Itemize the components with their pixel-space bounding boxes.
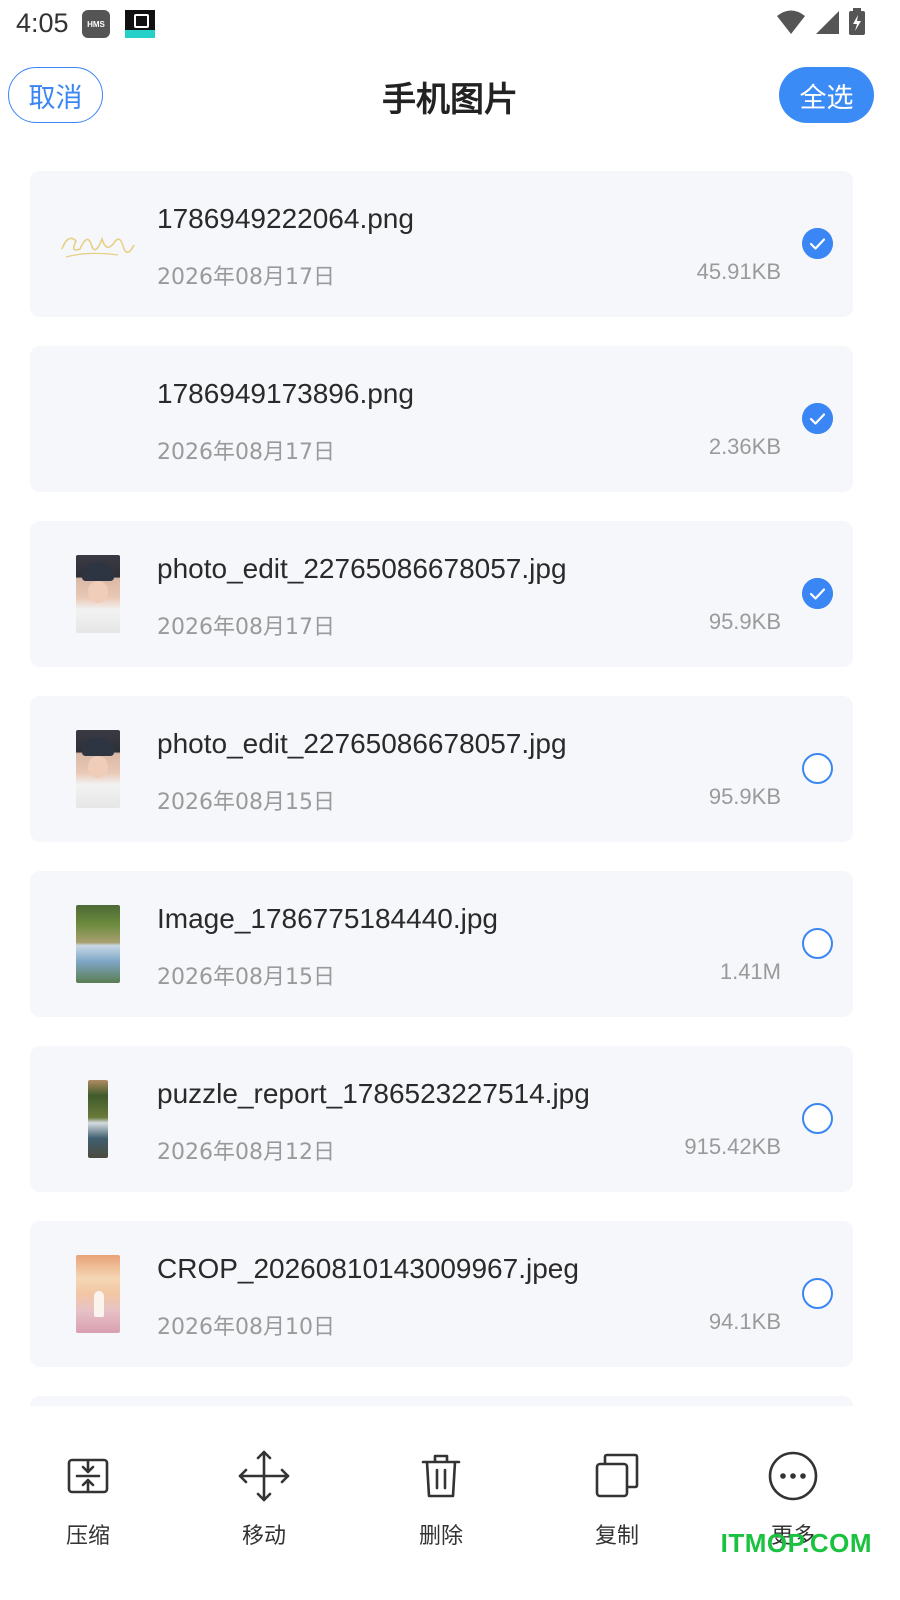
delete-button[interactable]: 删除	[381, 1448, 501, 1558]
battery-charging-icon	[849, 8, 865, 35]
file-item[interactable]: photo_edit_22765086678057.jpg 2026年08月17日…	[30, 521, 853, 667]
compress-button[interactable]: 压缩	[28, 1448, 148, 1558]
file-name: CROP_20260810143009967.jpeg	[157, 1253, 579, 1284]
status-time: 4:05	[16, 8, 69, 38]
file-item[interactable]	[30, 1396, 853, 1406]
file-name: Image_1786775184440.jpg	[157, 903, 498, 934]
thumbnail-image	[76, 1255, 120, 1333]
wifi-icon	[777, 10, 805, 34]
top-bar: 取消 手机图片 全选	[0, 60, 900, 130]
file-size: 94.1KB	[708, 1309, 781, 1334]
file-size: 915.42KB	[684, 1134, 781, 1159]
file-item[interactable]: Image_1786775184440.jpg 2026年08月15日 1.41M	[30, 871, 853, 1017]
file-date: 2026年08月15日	[157, 790, 335, 815]
move-icon	[238, 1450, 290, 1502]
file-date: 2026年08月12日	[157, 1140, 335, 1165]
unchecked-icon[interactable]	[802, 753, 833, 784]
app-notification-icon	[125, 10, 155, 38]
bottom-toolbar: 压缩 移动 删除 复制 更多	[0, 1428, 900, 1600]
cell-signal-icon	[816, 11, 839, 34]
watermark: ITMOP.COM	[720, 1528, 872, 1558]
file-name: photo_edit_22765086678057.jpg	[157, 728, 567, 759]
delete-label: 删除	[418, 1524, 463, 1549]
file-item[interactable]: 1786949173896.png 2026年08月17日 2.36KB	[30, 346, 853, 492]
unchecked-icon[interactable]	[802, 1278, 833, 1309]
file-date: 2026年08月17日	[157, 440, 335, 465]
checked-icon[interactable]	[802, 578, 833, 609]
compress-icon	[67, 1458, 109, 1494]
file-size: 95.9KB	[708, 609, 781, 634]
unchecked-icon[interactable]	[802, 1103, 833, 1134]
page-title: 手机图片	[382, 80, 518, 120]
thumbnail-image	[76, 905, 120, 983]
status-indicators	[776, 8, 866, 36]
file-size: 1.41M	[719, 959, 781, 984]
file-name: 1786949222064.png	[157, 203, 414, 234]
file-item[interactable]: puzzle_report_1786523227514.jpg 2026年08月1…	[30, 1046, 853, 1192]
more-icon	[768, 1451, 818, 1501]
checked-icon[interactable]	[802, 403, 833, 434]
file-size: 95.9KB	[708, 784, 781, 809]
checked-icon[interactable]	[802, 228, 833, 259]
thumbnail-image	[76, 730, 120, 808]
file-item[interactable]: photo_edit_22765086678057.jpg 2026年08月15日…	[30, 696, 853, 842]
file-item[interactable]: 1786949222064.png 2026年08月17日 45.91KB	[30, 171, 853, 317]
thumbnail-image	[88, 1080, 108, 1158]
file-name: photo_edit_22765086678057.jpg	[157, 553, 567, 584]
status-bar: 4:05 HMS	[0, 0, 900, 48]
move-button[interactable]: 移动	[204, 1448, 324, 1558]
file-item[interactable]: CROP_20260810143009967.jpeg 2026年08月10日 94…	[30, 1221, 853, 1367]
copy-button[interactable]: 复制	[557, 1448, 677, 1558]
copy-icon	[595, 1453, 639, 1498]
copy-label: 复制	[594, 1524, 639, 1549]
file-date: 2026年08月15日	[157, 965, 335, 990]
file-size: 45.91KB	[696, 259, 781, 284]
unchecked-icon[interactable]	[802, 928, 833, 959]
trash-icon	[421, 1454, 461, 1498]
select-all-button[interactable]: 全选	[779, 67, 874, 123]
file-date: 2026年08月17日	[157, 615, 335, 640]
thumbnail-image	[76, 380, 120, 458]
file-date: 2026年08月10日	[157, 1315, 335, 1340]
file-size: 2.36KB	[708, 434, 781, 459]
file-name: 1786949173896.png	[157, 378, 414, 409]
file-name: puzzle_report_1786523227514.jpg	[157, 1078, 590, 1109]
file-date: 2026年08月17日	[157, 265, 335, 290]
thumbnail-image	[61, 236, 135, 258]
move-label: 移动	[241, 1524, 286, 1549]
hms-notification-icon: HMS	[82, 10, 110, 38]
compress-label: 压缩	[65, 1524, 110, 1549]
thumbnail-image	[76, 555, 120, 633]
file-list: 1786949222064.png 2026年08月17日 45.91KB 17869…	[30, 171, 853, 1406]
